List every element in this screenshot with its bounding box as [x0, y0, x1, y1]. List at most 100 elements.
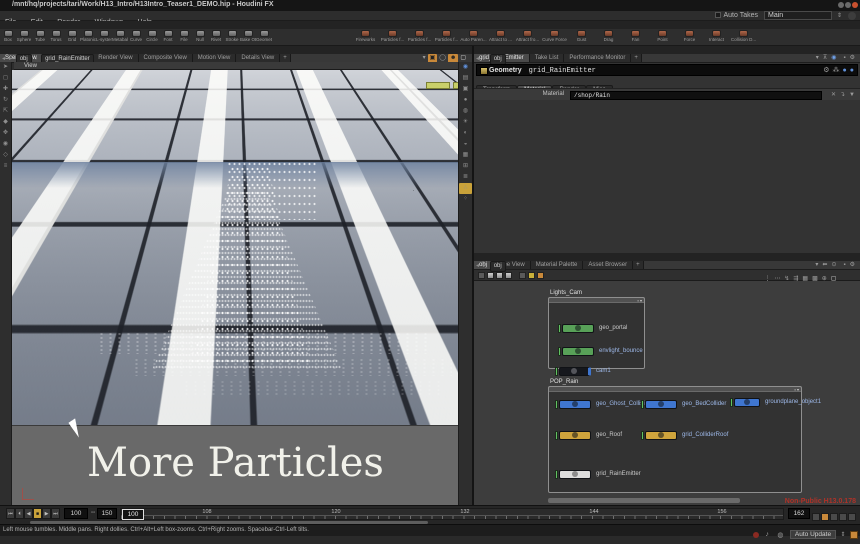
tool-sphere[interactable]: Sphere [16, 29, 32, 45]
display-flag[interactable] [641, 400, 644, 409]
node-grid-rainemitter[interactable]: grid_RainEmitter [555, 469, 641, 479]
tool-null[interactable]: Null [192, 29, 208, 45]
node-body[interactable] [559, 431, 591, 440]
group-list-icon[interactable]: ≣ [459, 172, 472, 183]
auto-update-selector[interactable]: Auto Update [790, 530, 836, 539]
range-start-field[interactable]: 100 [64, 508, 88, 519]
play-button[interactable]: ▶ [42, 508, 51, 519]
dopnet-icon[interactable] [830, 513, 838, 521]
netbox-header[interactable]: ▪ ▾ [549, 387, 801, 392]
netbox-lights-cam[interactable]: Lights_Cam ▪ ▾ [548, 297, 645, 369]
link-icon[interactable]: ◉ [829, 54, 838, 63]
tab-render-view[interactable]: Render View [93, 54, 138, 62]
snap-tool-icon[interactable]: ◉ [0, 139, 11, 150]
realtime-toggle-icon[interactable] [821, 513, 829, 521]
tool-particles-from-volume[interactable]: Particles f... [406, 29, 433, 45]
node-body[interactable] [645, 431, 677, 440]
tab-details-view[interactable]: Details View [236, 54, 280, 62]
takes-menu-icon[interactable] [848, 12, 856, 20]
node-geo-portal[interactable]: geo_portal [558, 323, 627, 333]
param-dropdown-icon[interactable]: ▾ [814, 54, 821, 63]
net-snapshot-icon[interactable] [519, 272, 526, 279]
select-tool-icon[interactable]: ◻ [0, 73, 11, 84]
path-dropdown-icon[interactable]: ▾ [813, 261, 820, 270]
tool-tube[interactable]: Tube [32, 29, 48, 45]
node-envlight-bounce[interactable]: envlight_bounce [558, 346, 643, 356]
node-body[interactable] [559, 470, 591, 479]
tab-asset-browser[interactable]: Asset Browser [583, 261, 633, 269]
jump-end-button[interactable]: ⏭ [51, 508, 60, 519]
audio-icon[interactable]: ♪ [763, 531, 771, 538]
record-icon[interactable] [753, 532, 759, 538]
tool-attract-to[interactable]: Attract to ... [487, 29, 514, 45]
help-icon[interactable]: ● [850, 65, 854, 76]
lighting-icon[interactable]: ☀ [459, 117, 472, 128]
pane-menu-icon[interactable]: ⚙ [848, 54, 857, 61]
net-color-icon[interactable] [537, 272, 544, 279]
grid-toggle-icon[interactable]: ⊞ [459, 161, 472, 172]
node-body[interactable] [559, 367, 591, 376]
viewport-3d-canvas[interactable]: More Particles [12, 70, 459, 505]
node-grid-colliderroof[interactable]: grid_ColliderRoof [641, 430, 728, 440]
netbox-collapse-icon[interactable]: ▪ ▾ [637, 298, 642, 303]
netbox-collapse-icon[interactable]: ▪ ▾ [794, 387, 799, 392]
tool-curve-force[interactable]: Curve Force [541, 29, 568, 45]
tab-take-list[interactable]: Take List [530, 54, 565, 62]
tool-particles-from-object[interactable]: Particles f... [379, 29, 406, 45]
display-wire-icon[interactable]: ◍ [459, 106, 472, 117]
display-particles-icon[interactable]: ⁘ [459, 194, 472, 205]
close-button[interactable] [852, 2, 858, 8]
tool-particles-from-surface[interactable]: Particles f... [433, 29, 460, 45]
node-geo-roof[interactable]: geo_Roof [555, 430, 622, 440]
tool-metaball[interactable]: Metaball [112, 29, 128, 45]
key-tool-icon[interactable]: ◇ [0, 150, 11, 161]
stop-button[interactable]: ■ [33, 508, 42, 519]
op-jump-icon[interactable]: ↴ [838, 90, 847, 101]
play-reverse-button[interactable]: ◀ [24, 508, 33, 519]
node-name-field[interactable]: grid_RainEmitter [529, 67, 596, 75]
tool-bakeode[interactable]: Bake ODE [240, 29, 256, 45]
translate-tool-icon[interactable]: ✚ [0, 84, 11, 95]
net-new-tab-icon[interactable] [487, 272, 494, 279]
material-path-input[interactable]: /shop/Rain [570, 91, 822, 100]
pane-menu-icon[interactable]: ⚙ [848, 261, 857, 268]
display-flag[interactable] [558, 347, 561, 356]
audio-options-icon[interactable] [848, 513, 856, 521]
find-node-icon[interactable]: ⊙ [829, 261, 838, 270]
cook-mode-icon[interactable] [850, 531, 858, 539]
prev-key-button[interactable]: ⏴ [15, 508, 24, 519]
range-end-field[interactable]: 150 [97, 508, 117, 519]
tool-force[interactable]: Force [676, 29, 703, 45]
node-body[interactable] [562, 347, 594, 356]
add-tab-icon[interactable]: + [280, 54, 291, 62]
playback-options-icon[interactable] [839, 513, 847, 521]
view-layout-icon[interactable]: ▤ [459, 73, 472, 84]
take-spinner-icon[interactable]: ⇕ [837, 12, 842, 19]
path-back-icon[interactable]: ◂ [474, 55, 481, 64]
display-flag[interactable] [555, 367, 558, 376]
node-groundplane-object1[interactable]: groundplane_object1 [730, 397, 821, 407]
netbox-header[interactable]: ▪ ▾ [549, 298, 644, 303]
display-flag[interactable] [555, 470, 558, 479]
network-canvas[interactable]: Lights_Cam ▪ ▾ geo_portal envlight_bounc… [474, 283, 860, 505]
display-points-icon[interactable]: ∴ [459, 183, 472, 194]
tool-gust[interactable]: Gust [568, 29, 595, 45]
display-flag[interactable] [555, 400, 558, 409]
maximize-button[interactable] [845, 2, 851, 8]
pose-tool-icon[interactable]: ◆ [0, 117, 11, 128]
tool-fan[interactable]: Fan [622, 29, 649, 45]
path-forward-icon[interactable]: ▸ [481, 55, 488, 64]
tool-circle[interactable]: Circle [144, 29, 160, 45]
node-body[interactable] [645, 400, 677, 409]
display-shaded-icon[interactable]: ● [459, 95, 472, 106]
tab-composite-view[interactable]: Composite View [139, 54, 193, 62]
tool-geometry[interactable]: Geometry [256, 29, 272, 45]
minimize-button[interactable] [838, 2, 844, 8]
net-layout-icon[interactable] [505, 272, 512, 279]
net-folder-icon[interactable] [528, 272, 535, 279]
tool-collision-detect[interactable]: Collision D... [730, 29, 757, 45]
global-end-field[interactable]: 162 [788, 508, 810, 519]
auto-update-spinner-icon[interactable]: ⇕ [841, 531, 846, 538]
add-tab-icon[interactable]: + [631, 54, 642, 62]
node-geo-ghost-collision[interactable]: geo_Ghost_Collision [555, 399, 651, 409]
